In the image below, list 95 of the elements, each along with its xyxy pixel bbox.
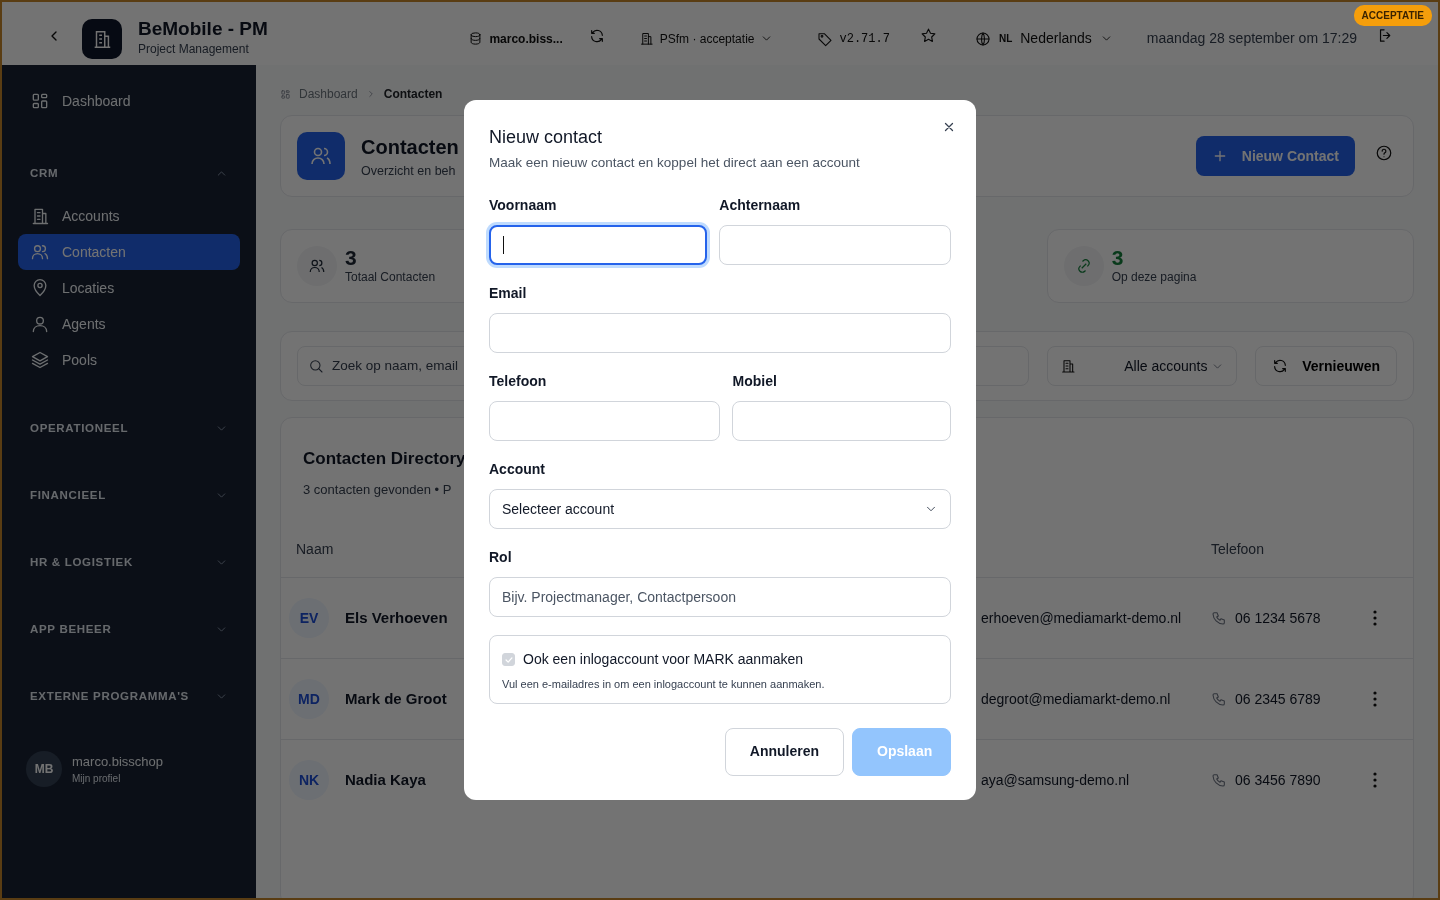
stat-label: Totaal Contacten	[345, 268, 436, 286]
stat-value: 3	[345, 246, 358, 268]
sidebar-section-header[interactable]: EXTERNE PROGRAMMA'S	[18, 680, 240, 713]
more-options-icon[interactable]	[1373, 772, 1377, 788]
app-title: BeMobile - PM	[138, 19, 268, 40]
contact-email: aya@samsung-demo.nl	[981, 770, 1130, 790]
contact-phone: 06 1234 5678	[1235, 608, 1321, 628]
language-code: NL	[998, 32, 1013, 46]
phone-icon	[1211, 772, 1227, 788]
account-select[interactable]: Selecteer account	[489, 489, 951, 530]
building-icon	[638, 31, 654, 46]
new-contact-button[interactable]: Nieuw Contact	[1195, 136, 1355, 176]
field-label: Email	[489, 284, 528, 304]
refresh-icon	[588, 27, 605, 44]
checkbox-label: Ook een inlogaccount voor MARK aanmaken	[523, 650, 804, 670]
field-label: Achternaam	[719, 196, 802, 216]
app-logo	[82, 18, 122, 59]
phone-icon	[1211, 610, 1227, 626]
sidebar-item[interactable]: Agents	[18, 306, 240, 342]
contact-avatar: MD	[289, 679, 329, 719]
contact-email: degroot@mediamarkt-demo.nl	[981, 689, 1171, 709]
star-icon	[919, 26, 937, 44]
page-title: Contacten	[361, 134, 459, 160]
environment-select[interactable]: PSfm · acceptatie	[628, 23, 784, 54]
refresh-button[interactable]: Vernieuwen	[1255, 346, 1397, 386]
contacts-icon	[297, 132, 345, 180]
sidebar-item[interactable]: Accounts	[18, 198, 240, 234]
sidebar-item[interactable]: Locaties	[18, 270, 240, 306]
sidebar-section-header[interactable]: OPERATIONEEL	[18, 412, 240, 445]
app-subtitle: Project Management	[138, 40, 250, 58]
version-label: v2.71.7	[839, 30, 890, 48]
building-icon	[30, 206, 50, 226]
dashboard-icon	[280, 88, 291, 100]
stat-value: 3	[1111, 246, 1125, 268]
tag-icon	[817, 30, 834, 47]
account-filter-select[interactable]: Alle accounts	[1047, 346, 1238, 386]
contact-avatar: EV	[289, 598, 329, 638]
account-filter-value: Alle accounts	[1124, 356, 1208, 376]
user-avatar: MB	[26, 751, 62, 787]
sidebar-section-header[interactable]: CRM	[18, 157, 240, 190]
refresh-icon	[1272, 358, 1289, 374]
directory-subtitle: 3 contacten gevonden • P	[303, 480, 453, 499]
users-icon	[30, 242, 50, 262]
sidebar-item[interactable]: Dashboard	[18, 83, 240, 119]
field-label: Mobiel	[732, 372, 778, 392]
cancel-button[interactable]: Annuleren	[724, 727, 844, 776]
layers-icon	[30, 350, 50, 370]
language-name: Nederlands	[1020, 29, 1092, 48]
language-select[interactable]: NL Nederlands	[964, 22, 1123, 55]
search-icon	[308, 358, 324, 374]
sidebar-section-header[interactable]: FINANCIEEL	[18, 479, 240, 512]
field-label: Rol	[489, 548, 513, 568]
directory-title: Contacten Directory	[303, 448, 466, 470]
dialog-title: Nieuw contact	[489, 126, 604, 150]
user-name: marco.biss...	[489, 30, 563, 48]
phone-icon	[1211, 691, 1227, 707]
input-field[interactable]	[489, 225, 708, 266]
breadcrumb-item[interactable]: Dashboard	[299, 85, 358, 103]
checkbox-hint: Vul een e-mailadres in om een inlogaccount te kunnen aanmaken.	[502, 677, 826, 693]
users-icon	[297, 246, 337, 286]
link-icon	[1063, 246, 1104, 286]
contact-avatar: NK	[289, 760, 329, 800]
more-options-icon[interactable]	[1373, 691, 1377, 707]
sidebar-section-header[interactable]: HR & LOGISTIEK	[18, 546, 240, 579]
user-name[interactable]: marco.bisschop	[72, 751, 164, 772]
dashboard-icon	[30, 91, 50, 111]
help-icon	[1375, 143, 1393, 162]
user-icon	[30, 314, 50, 334]
globe-icon	[974, 30, 991, 47]
more-options-icon[interactable]	[1373, 610, 1377, 626]
column-header: Naam	[296, 539, 334, 559]
breadcrumb-item: Contacten	[383, 86, 443, 103]
field-label: Voornaam	[489, 196, 558, 216]
contact-name: Mark de Groot	[345, 688, 447, 709]
contact-phone: 06 3456 7890	[1235, 770, 1321, 790]
profile-link[interactable]: Mijn profiel	[72, 771, 164, 787]
date-time: maandag 28 september om 17:29	[1146, 29, 1357, 48]
sidebar-item[interactable]: Pools	[18, 342, 240, 378]
field-label: Account	[489, 460, 546, 480]
stat-label: Op deze pagina	[1111, 268, 1197, 286]
environment-badge: ACCEPTATIE	[1353, 5, 1432, 26]
page-subtitle: Overzicht en beh	[361, 162, 457, 180]
column-header: Telefoon	[1211, 539, 1264, 559]
building-icon	[1060, 358, 1077, 374]
environment-name: PSfm · acceptatie	[659, 30, 755, 48]
contact-name: Nadia Kaya	[345, 769, 426, 790]
sidebar-item[interactable]: Contacten	[18, 234, 240, 270]
sidebar-section-header[interactable]: APP BEHEER	[18, 613, 240, 646]
database-icon	[468, 31, 484, 46]
contact-email: erhoeven@mediamarkt-demo.nl	[981, 608, 1182, 628]
dialog-subtitle: Maak een nieuw contact en koppel het direct aan een account	[489, 154, 861, 173]
contact-phone: 06 2345 6789	[1235, 689, 1321, 709]
user-chip[interactable]: marco.biss...	[458, 23, 573, 54]
field-label: Telefoon	[489, 372, 548, 392]
contact-name: Els Verhoeven	[345, 607, 448, 628]
